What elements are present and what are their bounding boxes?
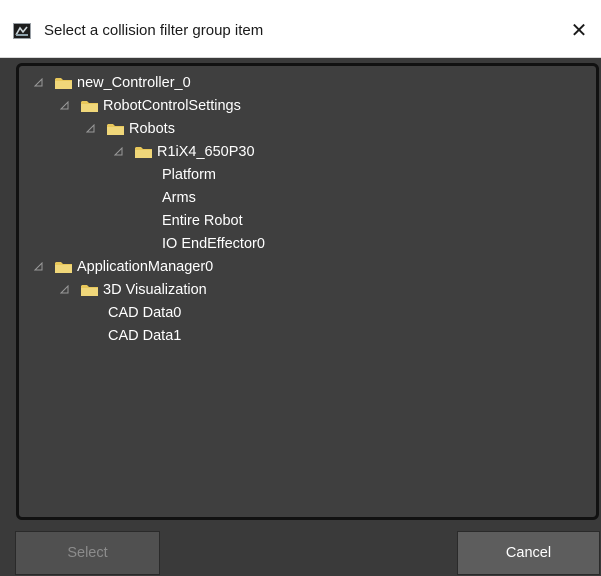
expand-triangle-icon[interactable]	[33, 77, 45, 89]
tree-leaf-io-endeffector0[interactable]: IO EndEffector0	[162, 233, 265, 255]
tree-leaf-entire-robot[interactable]: Entire Robot	[162, 210, 243, 232]
close-button[interactable]: ✕	[557, 12, 601, 48]
title-bar: Select a collision filter group item ✕	[0, 0, 601, 58]
select-button-label: Select	[67, 545, 108, 561]
tree-node-label: Arms	[162, 190, 196, 206]
tree-node-label: 3D Visualization	[103, 282, 207, 298]
tree-node-label: Robots	[129, 121, 175, 137]
tree-node-label: new_Controller_0	[77, 75, 191, 91]
tree-node-label: R1iX4_650P30	[157, 144, 255, 160]
folder-icon	[81, 100, 98, 113]
tree-panel[interactable]: new_Controller_0 RobotControlSettings Ro…	[16, 63, 599, 520]
tree-node-robots[interactable]: Robots	[85, 118, 175, 140]
tree-node-label: Platform	[162, 167, 216, 183]
tree-node-label: ApplicationManager0	[77, 259, 214, 275]
expand-triangle-icon[interactable]	[33, 261, 45, 273]
tree-node-application-manager0[interactable]: ApplicationManager0	[33, 256, 213, 278]
tree-node-label: CAD Data1	[108, 328, 182, 344]
tree-leaf-cad-data1[interactable]: CAD Data1	[108, 325, 181, 347]
tree-node-label: Entire Robot	[162, 213, 243, 229]
expand-triangle-icon[interactable]	[85, 123, 97, 135]
tree-leaf-arms[interactable]: Arms	[162, 187, 196, 209]
expand-triangle-icon[interactable]	[59, 100, 71, 112]
window-title: Select a collision filter group item	[44, 22, 264, 39]
tree-node-new-controller-0[interactable]: new_Controller_0	[33, 72, 191, 94]
expand-triangle-icon[interactable]	[113, 146, 125, 158]
tree-node-label: CAD Data0	[108, 305, 182, 321]
close-icon: ✕	[570, 19, 588, 42]
tree-leaf-cad-data0[interactable]: CAD Data0	[108, 302, 181, 324]
folder-icon	[135, 146, 152, 159]
folder-icon	[55, 261, 72, 274]
tree-node-label: IO EndEffector0	[162, 236, 265, 252]
tree-node-robot-control-settings[interactable]: RobotControlSettings	[59, 95, 241, 117]
tree-node-label: RobotControlSettings	[103, 98, 241, 114]
folder-icon	[107, 123, 124, 136]
cancel-button[interactable]: Cancel	[457, 531, 600, 575]
cancel-button-label: Cancel	[505, 545, 552, 561]
tree-node-r1ix4-650p30[interactable]: R1iX4_650P30	[113, 141, 255, 163]
folder-icon	[55, 77, 72, 90]
expand-triangle-icon[interactable]	[59, 284, 71, 296]
folder-icon	[81, 284, 98, 297]
select-button[interactable]: Select	[15, 531, 160, 575]
application-icon	[13, 23, 31, 39]
tree-leaf-platform[interactable]: Platform	[162, 164, 216, 186]
tree-node-3d-visualization[interactable]: 3D Visualization	[59, 279, 207, 301]
